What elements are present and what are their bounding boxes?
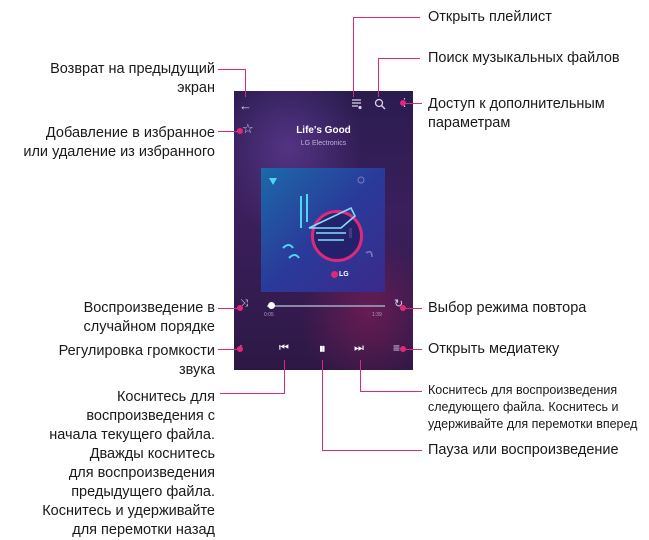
progress-bar[interactable] [267, 305, 385, 307]
callout-line [218, 308, 238, 309]
progress-knob[interactable] [267, 302, 275, 309]
total-time: 1:39 [372, 312, 382, 318]
callout-line [404, 308, 422, 309]
track-title: Life's Good [296, 125, 351, 136]
label-volume: Регулировка громкости звука [58, 343, 215, 378]
label-shuffle: Воспроизведение в случайном порядке [83, 300, 215, 335]
album-art: LG [261, 168, 385, 292]
label-search: Поиск музыкальных файлов [428, 50, 620, 66]
library-icon[interactable]: ≡ [393, 342, 400, 354]
search-icon[interactable] [374, 98, 386, 113]
label-previous: Коснитесь для воспроизведения с начала т… [42, 389, 215, 538]
album-logo: LG [339, 271, 349, 278]
callout-line [404, 349, 422, 350]
label-back: Возврат на предыдущий экран [50, 61, 215, 96]
callout-line [220, 393, 285, 394]
callout-dot [237, 305, 243, 311]
callout-dot [237, 128, 243, 134]
callout-dot [400, 100, 406, 106]
skip-previous-icon[interactable]: ⏮︎ [279, 343, 289, 354]
lg-logo-mark [331, 271, 338, 278]
skip-next-icon[interactable]: ⏭︎ [354, 343, 364, 354]
pause-icon[interactable]: ⏸︎ [319, 342, 326, 355]
callout-line [322, 360, 323, 451]
callout-dot [400, 305, 406, 311]
callout-line [404, 103, 422, 104]
callout-line [218, 349, 238, 350]
elapsed-time: 0:05 [264, 312, 274, 318]
label-pause: Пауза или воспроизведение [428, 442, 619, 458]
callout-line [218, 131, 238, 132]
arrow-left-icon[interactable]: ← [239, 99, 252, 112]
callout-dot [400, 346, 406, 352]
track-artist: LG Electronics [300, 140, 347, 147]
callout-line [218, 69, 246, 70]
callout-line [353, 17, 420, 18]
callout-dot [237, 346, 243, 352]
callout-line [378, 58, 379, 97]
label-repeat: Выбор режима повтора [428, 300, 587, 316]
callout-line [353, 17, 354, 97]
music-player-screen: ← ⋮ ☆ Life's Good LG Electronics LG ⤨ ↻ … [234, 91, 413, 370]
label-library: Открыть медиатеку [428, 341, 560, 357]
callout-line [378, 58, 420, 59]
playlist-icon[interactable] [351, 98, 362, 113]
label-next: Коснитесь для воспроизведения следующего… [428, 383, 638, 431]
label-playlist: Открыть плейлист [428, 9, 552, 25]
callout-line [245, 69, 246, 97]
callout-line [360, 391, 422, 392]
callout-line [284, 360, 285, 394]
label-favorite: Добавление в избранное или удаление из из… [23, 125, 215, 160]
label-more: Доступ к дополнительным параметрам [428, 96, 605, 131]
callout-line [322, 450, 422, 451]
callout-line [360, 360, 361, 392]
